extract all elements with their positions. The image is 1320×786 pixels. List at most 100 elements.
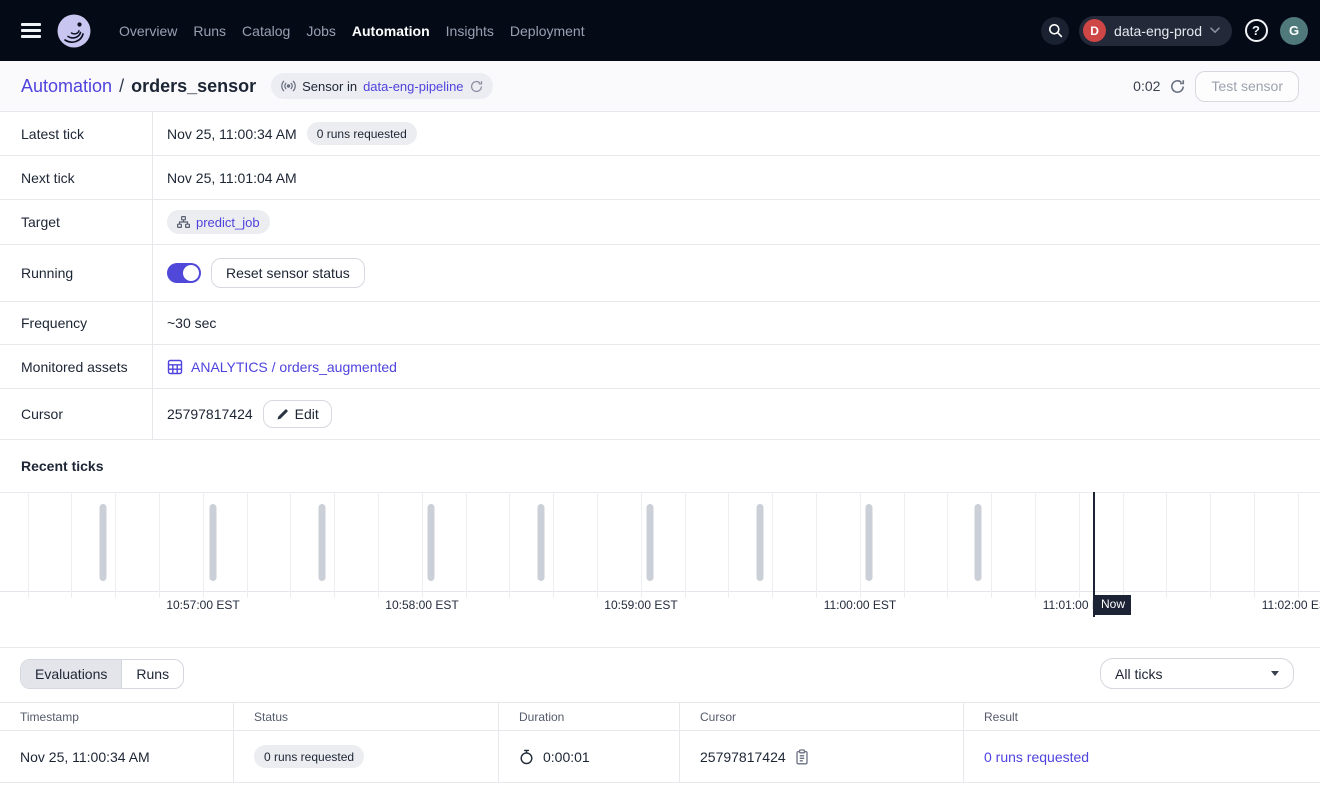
sensor-badge-text: Sensor in xyxy=(302,79,357,94)
recent-ticks-heading: Recent ticks xyxy=(0,440,1320,492)
dagster-logo-icon[interactable] xyxy=(56,13,92,49)
refresh-button[interactable] xyxy=(1170,79,1185,94)
refresh-icon xyxy=(1170,79,1185,94)
timeline-gridline xyxy=(290,492,291,598)
timeline-gridline xyxy=(1298,492,1299,598)
timeline-gridline xyxy=(247,492,248,598)
tick-bar[interactable] xyxy=(865,504,872,581)
latest-tick-label: Latest tick xyxy=(0,112,153,155)
cell-duration: 0:00:01 xyxy=(543,749,590,765)
table-header-row: Timestamp Status Duration Cursor Result xyxy=(0,702,1320,731)
timeline-gridline xyxy=(1035,492,1036,598)
timeline-gridline xyxy=(1166,492,1167,598)
help-button[interactable]: ? xyxy=(1242,17,1270,45)
tick-bar[interactable] xyxy=(427,504,434,581)
hamburger-menu-icon[interactable] xyxy=(21,23,43,37)
workspace-name: data-eng-prod xyxy=(1114,23,1202,39)
section-divider xyxy=(0,647,1320,648)
timeline-gridline xyxy=(1254,492,1255,598)
timeline-axis-label: 10:59:00 EST xyxy=(604,598,677,612)
nav-item-deployment[interactable]: Deployment xyxy=(510,23,585,39)
reset-sensor-status-button[interactable]: Reset sensor status xyxy=(211,258,365,288)
test-sensor-button[interactable]: Test sensor xyxy=(1195,71,1299,102)
pencil-icon xyxy=(276,408,289,421)
latest-tick-status-badge: 0 runs requested xyxy=(307,122,417,145)
timeline-gridline xyxy=(816,492,817,598)
timeline-axis-label: 11:00:00 EST xyxy=(824,598,897,612)
nav-item-runs[interactable]: Runs xyxy=(193,23,226,39)
reload-location-icon[interactable] xyxy=(470,80,483,93)
tick-bar[interactable] xyxy=(99,504,106,581)
timeline-gridline xyxy=(904,492,905,598)
latest-tick-row: Latest tick Nov 25, 11:00:34 AM 0 runs r… xyxy=(0,112,1320,156)
timeline-gridline xyxy=(159,492,160,598)
workspace-avatar: D xyxy=(1083,19,1106,42)
timeline-gridline xyxy=(509,492,510,598)
timeline-gridline xyxy=(1079,492,1080,598)
sensor-details-page: Overview Runs Catalog Jobs Automation In… xyxy=(0,0,1320,786)
breadcrumb-automation-link[interactable]: Automation xyxy=(21,76,112,97)
table-row: Nov 25, 11:00:34 AM 0 runs requested 0:0… xyxy=(0,731,1320,783)
cell-status-badge: 0 runs requested xyxy=(254,745,364,768)
next-tick-label: Next tick xyxy=(0,156,153,199)
edit-cursor-button[interactable]: Edit xyxy=(263,400,332,428)
tick-bar[interactable] xyxy=(318,504,325,581)
copy-cursor-button[interactable] xyxy=(795,749,809,765)
next-tick-value: Nov 25, 11:01:04 AM xyxy=(167,170,297,186)
cell-result-link[interactable]: 0 runs requested xyxy=(984,749,1089,765)
timeline-axis-label: 11:02:00 EST xyxy=(1262,598,1320,612)
now-badge: Now xyxy=(1095,595,1131,615)
column-header-timestamp: Timestamp xyxy=(0,703,233,730)
nav-item-automation[interactable]: Automation xyxy=(352,23,430,39)
timeline-gridline xyxy=(115,492,116,598)
tick-bar[interactable] xyxy=(537,504,544,581)
top-navbar: Overview Runs Catalog Jobs Automation In… xyxy=(0,0,1320,61)
monitored-asset-link[interactable]: ANALYTICS / orders_augmented xyxy=(167,359,397,375)
running-toggle[interactable] xyxy=(167,263,201,283)
running-row: Running Reset sensor status xyxy=(0,245,1320,302)
target-job-name: predict_job xyxy=(196,215,260,230)
tick-bar[interactable] xyxy=(757,504,764,581)
page-header: Automation / orders_sensor Sensor in dat… xyxy=(0,61,1320,112)
nav-item-insights[interactable]: Insights xyxy=(446,23,494,39)
sensor-origin-badge: Sensor in data-eng-pipeline xyxy=(271,73,492,99)
column-header-status: Status xyxy=(233,703,498,730)
target-row: Target predict_job xyxy=(0,200,1320,245)
timeline-gridline xyxy=(728,492,729,598)
asset-table-icon xyxy=(167,359,183,375)
recent-ticks-timeline: 10:57:00 EST 10:58:00 EST 10:59:00 EST 11:0… xyxy=(0,492,1320,620)
timeline-gridline xyxy=(71,492,72,598)
tab-runs[interactable]: Runs xyxy=(122,660,183,688)
target-job-chip[interactable]: predict_job xyxy=(167,210,270,234)
cell-timestamp: Nov 25, 11:00:34 AM xyxy=(20,749,150,765)
cursor-value: 25797817424 xyxy=(167,406,253,422)
timeline-gridline xyxy=(422,492,423,598)
column-header-result: Result xyxy=(963,703,1320,730)
nav-item-catalog[interactable]: Catalog xyxy=(242,23,290,39)
frequency-row: Frequency ~30 sec xyxy=(0,302,1320,345)
timeline-gridline xyxy=(466,492,467,598)
code-location-link[interactable]: data-eng-pipeline xyxy=(363,79,463,94)
nav-item-jobs[interactable]: Jobs xyxy=(306,23,336,39)
main-nav: Overview Runs Catalog Jobs Automation In… xyxy=(119,23,585,39)
timeline-axis-label: 10:57:00 EST xyxy=(166,598,239,612)
tick-bar[interactable] xyxy=(646,504,653,581)
tab-evaluations[interactable]: Evaluations xyxy=(21,660,122,688)
evaluations-runs-tabs: Evaluations Runs xyxy=(20,659,184,689)
user-avatar[interactable]: G xyxy=(1280,17,1308,45)
timeline-axis-label: 10:58:00 EST xyxy=(385,598,458,612)
edit-cursor-button-label: Edit xyxy=(295,406,319,422)
monitored-asset-name: ANALYTICS / orders_augmented xyxy=(191,359,397,375)
search-button[interactable] xyxy=(1041,17,1069,45)
timeline-gridline xyxy=(685,492,686,598)
nav-item-overview[interactable]: Overview xyxy=(119,23,177,39)
workspace-switcher[interactable]: D data-eng-prod xyxy=(1079,16,1232,46)
timeline-gridline xyxy=(860,492,861,598)
tick-bar[interactable] xyxy=(210,504,217,581)
sensor-detail-rows: Latest tick Nov 25, 11:00:34 AM 0 runs r… xyxy=(0,112,1320,440)
frequency-label: Frequency xyxy=(0,302,153,344)
tick-bar[interactable] xyxy=(974,504,981,581)
job-icon xyxy=(177,216,190,228)
tick-filter-value: All ticks xyxy=(1115,666,1162,682)
tick-filter-dropdown[interactable]: All ticks xyxy=(1100,658,1294,689)
